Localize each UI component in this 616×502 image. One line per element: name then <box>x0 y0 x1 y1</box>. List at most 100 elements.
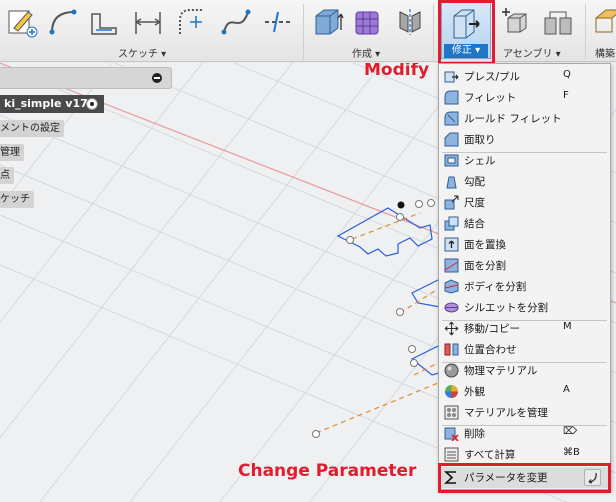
replace-face-icon <box>444 237 459 252</box>
appearance-icon <box>445 385 458 398</box>
menu-item-split-face[interactable]: 面を分割 <box>439 255 610 276</box>
menu-label: 面を分割 <box>464 260 506 272</box>
browser-row-origin[interactable]: 点 <box>0 167 14 184</box>
menu-label: パラメータを変更 <box>464 472 548 484</box>
delete-icon <box>444 427 459 441</box>
dimension-icon[interactable] <box>132 6 164 38</box>
physical-material-icon <box>444 363 459 378</box>
menu-item-move-copy[interactable]: 移動/コピー M <box>439 318 610 339</box>
extrude-icon[interactable] <box>312 6 344 38</box>
chamfer-icon <box>444 132 459 147</box>
menu-label: 物理マテリアル <box>464 365 538 377</box>
toolbar-separator <box>585 4 586 60</box>
pin-to-toolbar-icon[interactable] <box>584 469 601 486</box>
create-group-label[interactable]: 作成 ▾ <box>352 45 380 60</box>
menu-label: 外観 <box>464 386 485 398</box>
browser-row-named-views[interactable]: 管理 <box>0 144 24 161</box>
menu-shortcut: Q <box>563 69 571 80</box>
construct-group-label[interactable]: 構築 <box>595 45 615 60</box>
mirror-icon[interactable] <box>394 6 426 38</box>
joint-icon[interactable] <box>542 6 574 38</box>
rule-fillet-icon <box>444 111 459 126</box>
align-icon <box>444 343 459 356</box>
combine-icon <box>444 216 459 231</box>
change-parameter-callout: Change Parameter <box>238 461 417 481</box>
menu-item-delete[interactable]: 削除 ⌦ <box>439 423 610 444</box>
menu-shortcut: A <box>563 384 570 395</box>
arc-icon[interactable] <box>48 6 80 38</box>
offset-icon[interactable] <box>88 6 120 38</box>
split-body-icon <box>444 279 459 294</box>
scale-icon <box>444 195 459 210</box>
draft-icon <box>446 176 457 189</box>
menu-label: フィレット <box>464 92 517 104</box>
menu-shortcut: F <box>563 90 569 101</box>
menu-label: ルールド フィレット <box>464 113 562 125</box>
browser-row-sketches[interactable]: ケッチ <box>0 191 34 208</box>
browser-document-row[interactable]: ki_simple v17 <box>0 95 104 113</box>
manage-materials-icon <box>444 405 459 420</box>
menu-item-manage-materials[interactable]: マテリアルを管理 <box>439 402 610 423</box>
spline-icon[interactable] <box>220 6 252 38</box>
menu-item-change-parameters[interactable]: パラメータを変更 <box>439 467 610 488</box>
new-component-icon[interactable] <box>500 6 532 38</box>
modify-callout: Modify <box>364 63 430 80</box>
collapse-icon[interactable] <box>152 73 162 83</box>
menu-label: シルエットを分割 <box>464 302 548 314</box>
menu-item-press-pull[interactable]: プレス/プル Q <box>439 66 610 87</box>
menu-label: マテリアルを管理 <box>464 407 548 419</box>
active-radio-icon[interactable] <box>86 98 98 110</box>
menu-label: すべて計算 <box>464 449 516 461</box>
menu-label: シェル <box>464 155 496 167</box>
menu-item-combine[interactable]: 結合 <box>439 213 610 234</box>
silhouette-split-icon <box>444 302 459 313</box>
form-icon[interactable] <box>352 6 384 38</box>
menu-shortcut: ⌘B <box>563 447 580 458</box>
menu-item-align[interactable]: 位置合わせ <box>439 339 610 360</box>
sketch-group-label[interactable]: スケッチ ▾ <box>118 45 166 60</box>
trim-icon[interactable] <box>262 6 294 38</box>
menu-label: 移動/コピー <box>464 323 521 335</box>
fillet-sketch-icon[interactable] <box>176 6 208 38</box>
shell-icon <box>444 154 459 167</box>
menu-item-rule-fillet[interactable]: ルールド フィレット <box>439 108 610 129</box>
menu-item-physical-material[interactable]: 物理マテリアル <box>439 360 610 381</box>
compute-all-icon <box>444 447 459 462</box>
create-sketch-icon[interactable] <box>6 6 38 38</box>
menu-item-replace-face[interactable]: 面を置換 <box>439 234 610 255</box>
modify-label[interactable]: 修正 ▾ <box>444 44 488 58</box>
menu-label: 面取り <box>464 134 496 146</box>
assemble-group-label[interactable]: アセンブリ ▾ <box>503 45 561 60</box>
menu-item-silhouette-split[interactable]: シルエットを分割 <box>439 297 610 318</box>
modify-dropdown-menu: プレス/プル Q フィレット F ルールド フィレット 面取り シェル 勾配 尺… <box>438 63 611 490</box>
fillet-icon <box>444 90 459 105</box>
split-face-icon <box>444 258 459 273</box>
toolbar: スケッチ ▾ 作成 ▾ 修正 ▾ アセンブリ ▾ 構築 <box>0 0 616 65</box>
menu-item-compute-all[interactable]: すべて計算 ⌘B <box>439 444 610 465</box>
sketch-points <box>312 199 435 438</box>
browser-panel-header[interactable] <box>0 67 172 89</box>
toolbar-separator <box>433 4 434 60</box>
menu-label: 尺度 <box>464 197 485 209</box>
modify-button[interactable]: 修正 ▾ <box>441 2 491 59</box>
menu-item-draft[interactable]: 勾配 <box>439 171 610 192</box>
menu-item-shell[interactable]: シェル <box>439 150 610 171</box>
menu-item-scale[interactable]: 尺度 <box>439 192 610 213</box>
menu-item-chamfer[interactable]: 面取り <box>439 129 610 150</box>
toolbar-separator <box>303 4 304 60</box>
move-icon <box>444 321 459 336</box>
menu-label: 削除 <box>464 428 485 440</box>
menu-item-fillet[interactable]: フィレット F <box>439 87 610 108</box>
menu-label: 結合 <box>464 218 485 230</box>
menu-label: 位置合わせ <box>464 344 517 356</box>
document-name: ki_simple v17 <box>4 97 88 110</box>
sigma-icon <box>444 471 456 484</box>
menu-item-appearance[interactable]: 外観 A <box>439 381 610 402</box>
origin-point <box>397 201 405 209</box>
press-pull-icon <box>453 9 480 39</box>
construct-plane-icon[interactable] <box>592 6 616 38</box>
menu-label: 面を置換 <box>464 239 506 251</box>
browser-row-document-settings[interactable]: メントの設定 <box>0 120 64 137</box>
menu-item-split-body[interactable]: ボディを分割 <box>439 276 610 297</box>
press-pull-icon <box>444 71 459 83</box>
